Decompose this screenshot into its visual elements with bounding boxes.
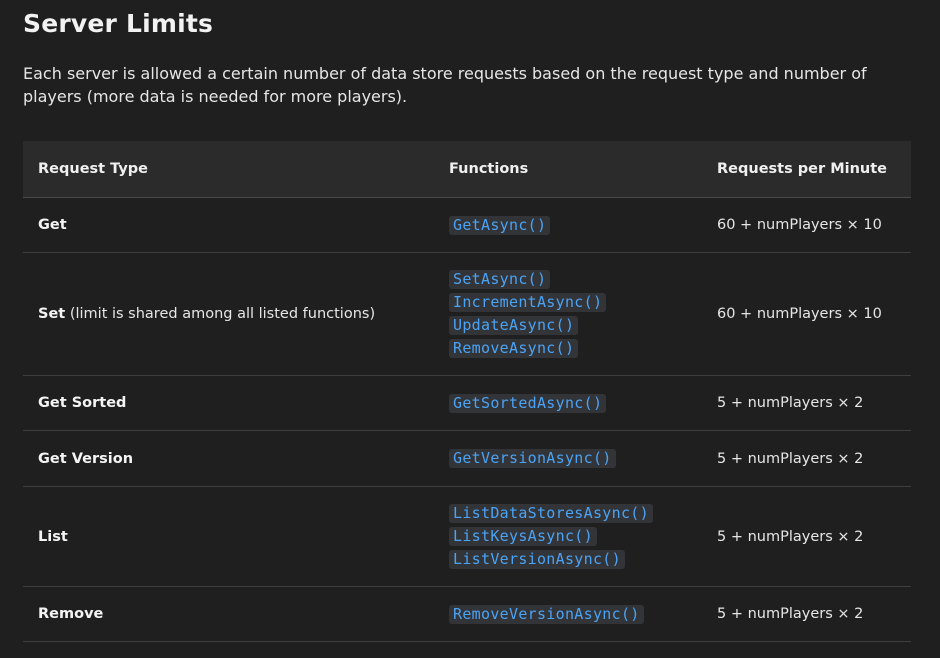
function-link[interactable]: SetAsync() <box>449 270 551 289</box>
intro-paragraph: Each server is allowed a certain number … <box>23 64 867 106</box>
request-type-note: (limit is shared among all listed functi… <box>65 306 376 322</box>
functions-cell: GetSortedAsync() <box>434 375 702 431</box>
functions-cell: SetAsync() IncrementAsync() UpdateAsync(… <box>434 252 702 376</box>
page-title: Server Limits <box>23 9 214 38</box>
function-link[interactable]: RemoveVersionAsync() <box>449 604 644 624</box>
function-link[interactable]: GetAsync() <box>449 215 551 235</box>
function-link[interactable]: ListVersionAsync() <box>449 550 625 569</box>
header-request-type: Request Type <box>23 141 434 198</box>
functions-cell: RemoveVersionAsync() <box>434 586 702 642</box>
request-type-name: List <box>38 528 68 545</box>
table-row: List ListDataStoresAsync() ListKeysAsync… <box>23 486 911 587</box>
table-row: Get GetAsync() 60 + numPlayers × 10 <box>23 197 911 253</box>
request-type-name: Set <box>38 306 66 322</box>
header-requests-per-minute: Requests per Minute <box>702 141 911 198</box>
table-row: Set (limit is shared among all listed fu… <box>23 252 911 376</box>
table-row: Get Version GetVersionAsync() 5 + numPla… <box>23 430 911 487</box>
function-link[interactable]: GetVersionAsync() <box>449 449 616 468</box>
limit-cell: 5 + numPlayers × 2 <box>702 586 911 642</box>
function-link[interactable]: RemoveAsync() <box>449 339 579 358</box>
limit-cell: 5 + numPlayers × 2 <box>702 486 911 587</box>
limit-cell: 5 + numPlayers × 2 <box>702 375 911 431</box>
limit-cell: 5 + numPlayers × 2 <box>702 430 911 487</box>
server-limits-table: Request Type Functions Requests per Minu… <box>23 141 911 642</box>
function-link[interactable]: ListKeysAsync() <box>449 527 597 546</box>
functions-cell: ListDataStoresAsync() ListKeysAsync() Li… <box>434 486 702 587</box>
request-type-name: Get Sorted <box>38 395 127 411</box>
limit-cell: 60 + numPlayers × 10 <box>702 252 911 376</box>
header-functions: Functions <box>434 141 702 198</box>
functions-cell: GetAsync() <box>434 197 702 253</box>
function-link[interactable]: IncrementAsync() <box>449 293 607 312</box>
request-type-cell: Get Sorted <box>23 375 434 431</box>
table-row: Get Sorted GetSortedAsync() 5 + numPlaye… <box>23 375 911 431</box>
functions-cell: GetVersionAsync() <box>434 430 702 487</box>
request-type-cell: Set (limit is shared among all listed fu… <box>23 252 434 376</box>
function-link[interactable]: ListDataStoresAsync() <box>449 504 653 523</box>
limit-cell: 60 + numPlayers × 10 <box>702 197 911 253</box>
table-header-row: Request Type Functions Requests per Minu… <box>23 141 911 198</box>
request-type-name: Get Version <box>38 450 134 467</box>
function-link[interactable]: GetSortedAsync() <box>449 393 607 413</box>
table-row: Remove RemoveVersionAsync() 5 + numPlaye… <box>23 586 911 642</box>
request-type-cell: Get <box>23 197 434 253</box>
request-type-name: Get <box>38 217 67 233</box>
request-type-cell: Remove <box>23 586 434 642</box>
request-type-name: Remove <box>38 606 104 622</box>
request-type-cell: Get Version <box>23 430 434 487</box>
function-link[interactable]: UpdateAsync() <box>449 316 579 335</box>
request-type-cell: List <box>23 486 434 587</box>
